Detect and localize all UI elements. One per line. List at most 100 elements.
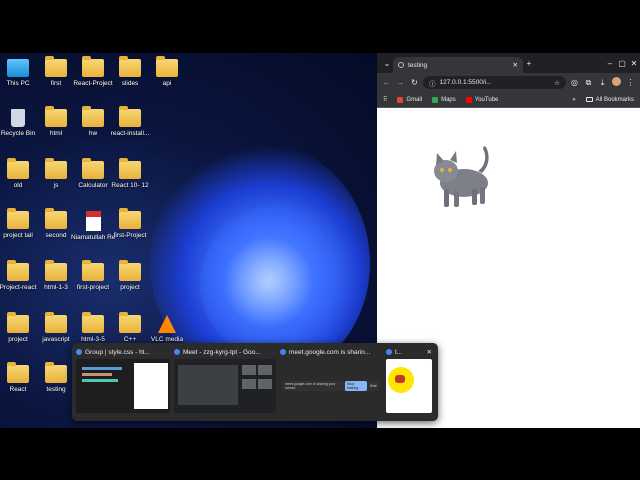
bookmark-label: YouTube bbox=[474, 96, 499, 103]
menu-icon[interactable]: ⋮ bbox=[625, 78, 636, 87]
forward-icon[interactable]: → bbox=[395, 78, 406, 87]
vlc-icon bbox=[158, 315, 176, 333]
desktop-icon[interactable]: first-Project bbox=[108, 208, 152, 239]
desktop-icon[interactable]: project bbox=[108, 260, 152, 291]
switcher-caption: t... bbox=[395, 348, 403, 356]
bookmark-maps[interactable]: Maps bbox=[432, 96, 456, 103]
folder-icon bbox=[119, 106, 141, 127]
vscode-icon bbox=[76, 349, 82, 355]
site-info-icon[interactable]: ⓘ bbox=[429, 78, 436, 88]
folder-icon bbox=[156, 56, 178, 77]
folder-icon bbox=[82, 106, 104, 127]
cat-image bbox=[434, 146, 489, 207]
folder-icon bbox=[45, 260, 67, 281]
desktop-icon[interactable]: React 10- 12 bbox=[108, 158, 152, 189]
folder-icon bbox=[119, 56, 141, 77]
tab-testing[interactable]: testing ✕ bbox=[393, 57, 523, 73]
share-text: meet.google.com is sharing your screen bbox=[285, 382, 336, 390]
folder-icon bbox=[45, 362, 67, 383]
close-icon[interactable]: ✕ bbox=[427, 348, 432, 356]
folder-icon bbox=[119, 312, 141, 333]
maps-icon bbox=[432, 96, 439, 103]
tab-search-icon[interactable]: ⌄ bbox=[381, 59, 393, 68]
bookmark-youtube[interactable]: YouTube bbox=[465, 96, 499, 103]
folder-icon bbox=[45, 312, 67, 333]
folder-icon bbox=[7, 312, 29, 333]
youtube-icon bbox=[465, 96, 472, 103]
stop-sharing-button[interactable]: Stop sharing bbox=[344, 381, 367, 391]
bookmark-label: Maps bbox=[441, 96, 456, 103]
switcher-item-meet[interactable]: Meet - zzg-kyrg-tpt - Goo... bbox=[174, 347, 276, 417]
recycle-bin-icon bbox=[11, 109, 25, 127]
puzzle-icon[interactable]: ⧉ bbox=[583, 78, 594, 88]
reload-icon[interactable]: ↻ bbox=[409, 78, 420, 87]
tab-title: testing bbox=[408, 61, 428, 69]
folder-icon bbox=[45, 56, 67, 77]
chevron-more-icon[interactable]: » bbox=[572, 97, 575, 103]
back-icon[interactable]: ← bbox=[381, 78, 392, 87]
globe-icon bbox=[398, 62, 404, 68]
folder-icon bbox=[119, 260, 141, 281]
desktop-icon-label: first-Project bbox=[113, 232, 147, 239]
extension-icon[interactable]: ◎ bbox=[569, 78, 580, 87]
switcher-item-testing[interactable]: t... ✕ bbox=[386, 347, 432, 417]
monitor-icon bbox=[7, 59, 29, 77]
desktop-icon-label: React 10- 12 bbox=[111, 182, 149, 189]
alt-tab-switcher: Group | style.css - ht... Meet - zzg-kyr… bbox=[72, 343, 438, 421]
vscode-preview bbox=[76, 359, 170, 413]
folder-icon bbox=[45, 208, 67, 229]
bookmark-gmail[interactable]: Gmail bbox=[397, 96, 423, 103]
switcher-caption: Group | style.css - ht... bbox=[85, 348, 150, 356]
avatar[interactable] bbox=[611, 77, 622, 88]
minimize-icon[interactable]: – bbox=[604, 59, 616, 68]
download-icon[interactable]: ⤓ bbox=[597, 78, 608, 88]
bookmarks-bar: ⠿ Gmail Maps YouTube » All Bookmarks bbox=[377, 92, 640, 108]
all-bookmarks-label: All Bookmarks bbox=[595, 96, 634, 103]
apps-icon[interactable]: ⠿ bbox=[383, 96, 387, 103]
bookmark-label: Gmail bbox=[406, 96, 423, 103]
desktop-icon[interactable]: react-install... bbox=[108, 106, 152, 137]
desktop-icon-label: react-install... bbox=[110, 130, 150, 137]
folder-icon bbox=[119, 208, 141, 229]
folder-icon bbox=[119, 158, 141, 179]
chrome-icon bbox=[386, 349, 392, 355]
screen: This PC first React-Project slides api Recycl… bbox=[0, 53, 640, 428]
hide-button[interactable]: Hide bbox=[370, 384, 377, 388]
tab-bar: ⌄ testing ✕ + – ▢ ✕ bbox=[377, 53, 640, 73]
meet-preview bbox=[174, 359, 276, 413]
close-tab-icon[interactable]: ✕ bbox=[513, 61, 518, 69]
folder-icon bbox=[82, 312, 104, 333]
switcher-caption: Meet - zzg-kyrg-tpt - Goo... bbox=[183, 348, 261, 356]
close-window-icon[interactable]: ✕ bbox=[628, 59, 640, 68]
switcher-caption: meet.google.com is sharin... bbox=[289, 348, 371, 356]
folder-icon bbox=[7, 158, 29, 179]
testing-preview bbox=[386, 359, 432, 413]
folder-icon bbox=[7, 260, 29, 281]
desktop-icon[interactable]: VLC media bbox=[145, 315, 189, 343]
browser-toolbar: ← → ↻ ⓘ 127.0.0.1:5500/i... ☆ ◎ ⧉ ⤓ ⋮ bbox=[377, 73, 640, 92]
pdf-icon bbox=[85, 211, 101, 231]
wallpaper-petal bbox=[200, 203, 370, 363]
url-text: 127.0.0.1:5500/i... bbox=[439, 79, 492, 86]
folder-icon bbox=[585, 97, 593, 102]
folder-icon bbox=[82, 56, 104, 77]
folder-icon bbox=[7, 362, 29, 383]
switcher-item-sharing[interactable]: meet.google.com is sharin... meet.google… bbox=[280, 347, 382, 417]
desktop-icon-label: api bbox=[162, 80, 172, 87]
maximize-icon[interactable]: ▢ bbox=[616, 59, 628, 68]
folder-icon bbox=[82, 158, 104, 179]
folder-icon bbox=[45, 158, 67, 179]
address-bar[interactable]: ⓘ 127.0.0.1:5500/i... ☆ bbox=[423, 76, 566, 89]
all-bookmarks[interactable]: All Bookmarks bbox=[585, 96, 634, 103]
new-tab-icon[interactable]: + bbox=[523, 59, 535, 68]
folder-icon bbox=[82, 260, 104, 281]
desktop-icon-label: project bbox=[120, 284, 140, 291]
sharing-preview: meet.google.com is sharing your screen S… bbox=[280, 359, 382, 413]
gmail-icon bbox=[397, 96, 404, 103]
switcher-item-vscode[interactable]: Group | style.css - ht... bbox=[76, 347, 170, 417]
chrome-icon bbox=[174, 349, 180, 355]
folder-icon bbox=[45, 106, 67, 127]
desktop-icon[interactable]: api bbox=[145, 56, 189, 87]
star-icon[interactable]: ☆ bbox=[554, 79, 560, 87]
folder-icon bbox=[7, 208, 29, 229]
